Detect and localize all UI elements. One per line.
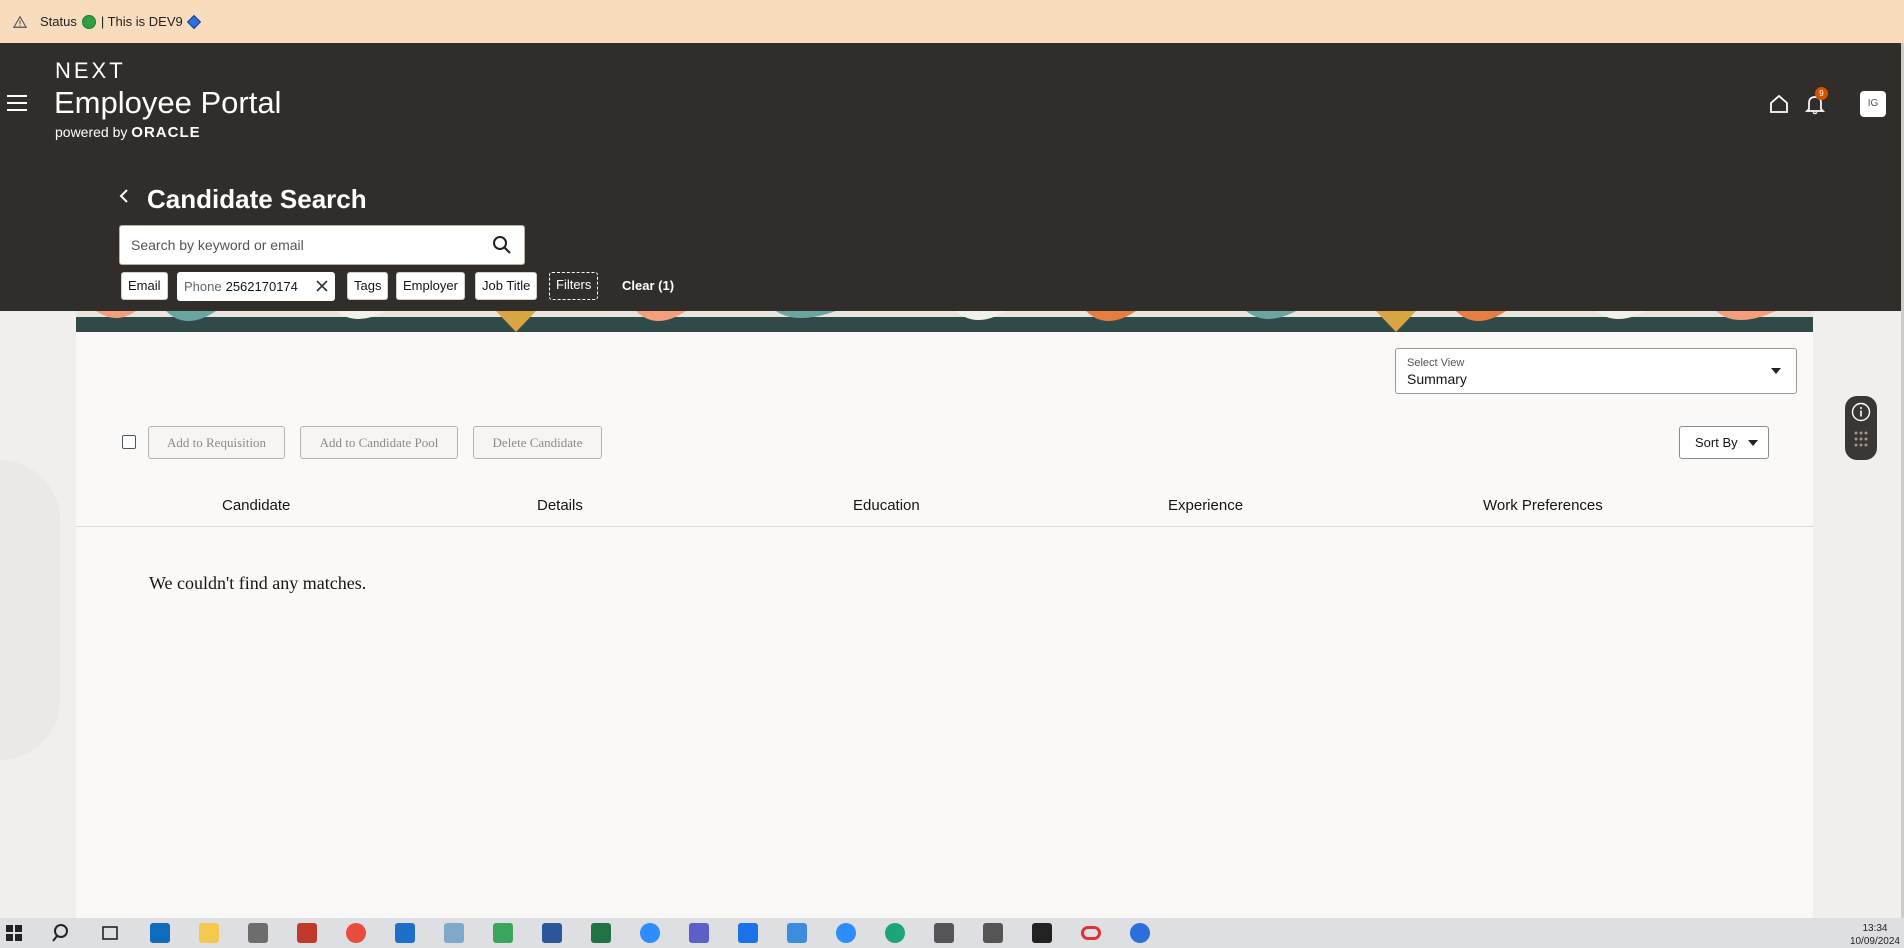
app-icon[interactable] — [444, 923, 464, 943]
camera-icon[interactable] — [934, 923, 954, 943]
app-icon[interactable] — [738, 923, 758, 943]
clear-filters-link[interactable]: Clear (1) — [622, 278, 674, 293]
table-header-divider — [76, 526, 1813, 527]
filter-chip-employer[interactable]: Employer — [396, 272, 465, 300]
status-label: Status — [40, 14, 77, 29]
caret-down-icon — [1748, 440, 1758, 446]
powered-by-prefix: powered by — [55, 124, 128, 140]
diamond-icon — [186, 14, 201, 29]
back-chevron-icon[interactable] — [118, 189, 130, 203]
windows-start-icon[interactable] — [4, 923, 24, 943]
results-panel — [76, 332, 1813, 918]
excel-icon[interactable] — [591, 923, 611, 943]
oracle-logo: ORACLE — [131, 124, 201, 141]
background-decoration — [0, 460, 60, 760]
page-title: Candidate Search — [147, 184, 367, 214]
powered-by: powered by ORACLE — [55, 124, 201, 141]
select-all-checkbox[interactable] — [122, 435, 136, 449]
app-header: NEXT Employee Portal powered by ORACLE 9… — [0, 43, 1901, 311]
zoom-icon[interactable] — [640, 923, 660, 943]
caret-down-icon — [1771, 368, 1781, 374]
column-header-candidate[interactable]: Candidate — [222, 497, 290, 514]
7zip-icon[interactable] — [1032, 923, 1052, 943]
home-icon[interactable] — [1768, 93, 1790, 115]
notification-badge: 9 — [1815, 87, 1828, 100]
phone-chip-label: Phone — [184, 279, 222, 294]
grip-icon[interactable] — [1853, 430, 1869, 452]
column-header-experience[interactable]: Experience — [1168, 497, 1243, 514]
app-icon[interactable] — [1130, 923, 1150, 943]
empty-state-message: We couldn't find any matches. — [149, 573, 367, 593]
app-icon[interactable] — [493, 923, 513, 943]
sort-by-label: Sort By — [1695, 435, 1738, 450]
column-header-education[interactable]: Education — [853, 497, 920, 514]
select-view-label: Select View — [1407, 357, 1465, 369]
select-view-dropdown[interactable]: Select View Summary — [1395, 348, 1797, 394]
word-icon[interactable] — [542, 923, 562, 943]
windows-taskbar: 13:34 10/09/2024 — [0, 918, 1904, 948]
decorative-banner — [76, 311, 1813, 332]
search-field — [119, 225, 525, 265]
chrome-icon[interactable] — [346, 923, 366, 943]
store-icon[interactable] — [150, 923, 170, 943]
zoom-app-icon[interactable] — [836, 923, 856, 943]
edge-icon[interactable] — [885, 923, 905, 943]
brand-title: Employee Portal — [54, 85, 282, 120]
select-view-value: Summary — [1407, 371, 1467, 387]
add-to-requisition-button[interactable]: Add to Requisition — [148, 426, 285, 459]
file-explorer-icon[interactable] — [199, 923, 219, 943]
info-icon[interactable] — [1851, 402, 1871, 422]
menu-icon[interactable] — [7, 95, 27, 111]
search-icon[interactable] — [52, 923, 72, 943]
teams-icon[interactable] — [689, 923, 709, 943]
search-input[interactable] — [131, 226, 471, 264]
column-header-work-preferences[interactable]: Work Preferences — [1483, 497, 1603, 514]
filters-button[interactable]: Filters — [549, 272, 599, 300]
app-icon[interactable] — [787, 923, 807, 943]
clock-time: 13:34 — [1862, 923, 1888, 934]
environment-label: | This is DEV9 — [100, 14, 183, 29]
filter-chip-email[interactable]: Email — [121, 272, 168, 300]
filter-chip-tags[interactable]: Tags — [347, 272, 389, 300]
delete-candidate-button[interactable]: Delete Candidate — [473, 426, 602, 459]
clock-date: 10/09/2024 — [1849, 936, 1900, 947]
app-icon[interactable] — [297, 923, 317, 943]
camera-icon[interactable] — [983, 923, 1003, 943]
close-icon[interactable] — [315, 279, 329, 293]
oracle-icon[interactable] — [1081, 926, 1101, 940]
filter-chip-job-title[interactable]: Job Title — [475, 272, 538, 300]
help-widget[interactable] — [1845, 396, 1877, 460]
taskbar-clock[interactable]: 13:34 10/09/2024 — [1850, 922, 1900, 948]
environment-status-bar: Status | This is DEV9 — [0, 0, 1904, 43]
app-icon[interactable] — [248, 923, 268, 943]
filter-chip-phone[interactable]: Phone 2562170174 — [177, 272, 335, 301]
status-ok-icon — [81, 14, 96, 29]
app-icon[interactable] — [395, 923, 415, 943]
add-to-candidate-pool-button[interactable]: Add to Candidate Pool — [300, 426, 458, 459]
sort-by-button[interactable]: Sort By — [1679, 426, 1769, 459]
warning-icon — [12, 15, 28, 28]
avatar[interactable]: IG — [1860, 91, 1886, 117]
task-view-icon[interactable] — [100, 923, 120, 943]
search-icon[interactable] — [492, 235, 512, 255]
column-header-details[interactable]: Details — [537, 497, 583, 514]
phone-chip-value: 2562170174 — [225, 279, 298, 294]
brand-next: NEXT — [55, 58, 126, 83]
